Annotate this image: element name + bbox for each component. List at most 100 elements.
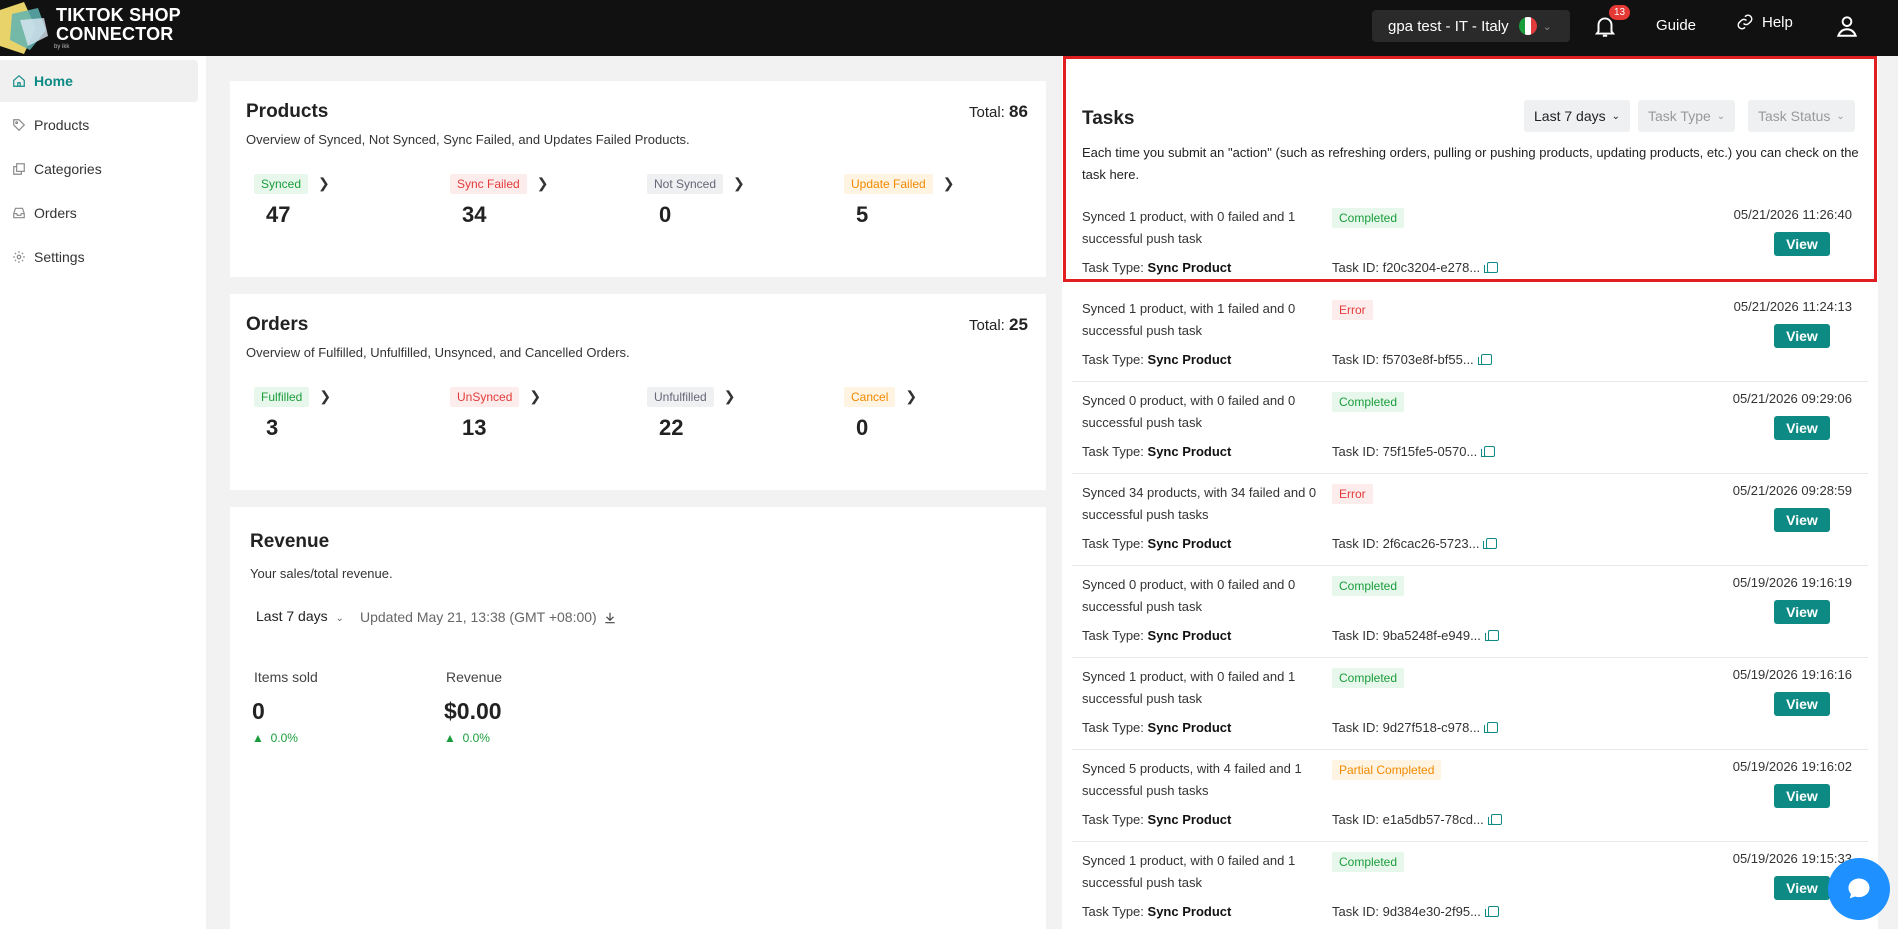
sidebar-item-orders[interactable]: Orders xyxy=(0,192,198,234)
revenue-value: $0.00 xyxy=(444,698,502,724)
task-row: Synced 1 product, with 0 failed and 1 su… xyxy=(1072,658,1868,750)
task-id-label: Task ID: xyxy=(1332,260,1379,275)
products-total: Total: 86 xyxy=(969,102,1028,122)
store-selector[interactable]: gpa test - IT - Italy ⌄ xyxy=(1372,10,1570,42)
task-type-label: Task Type: xyxy=(1082,536,1144,551)
task-id: Task ID: 9ba5248f-e949... xyxy=(1332,628,1499,643)
task-id: Task ID: f5703e8f-bf55... xyxy=(1332,352,1492,367)
chat-icon[interactable] xyxy=(1828,858,1890,920)
sidebar-item-products[interactable]: Products xyxy=(0,104,198,146)
task-type-label: Task Type: xyxy=(1082,720,1144,735)
task-type-label: Task Type: xyxy=(1082,812,1144,827)
stat-update-failed[interactable]: Update Failed ❯ 5 xyxy=(844,174,954,228)
status-badge: Unfulfilled xyxy=(647,387,714,407)
task-timestamp: 05/19/2026 19:16:19 xyxy=(1732,575,1852,590)
download-icon[interactable] xyxy=(603,611,617,625)
stat-fulfilled[interactable]: Fulfilled ❯ 3 xyxy=(254,387,331,441)
status-badge: Update Failed xyxy=(844,174,933,194)
task-row: Synced 5 products, with 4 failed and 1 s… xyxy=(1072,750,1868,842)
task-type-label: Task Type: xyxy=(1082,628,1144,643)
sidebar: Home Products Categories Orders Settings xyxy=(0,56,206,929)
task-id-label: Task ID: xyxy=(1332,444,1379,459)
orders-card xyxy=(230,294,1046,490)
view-button[interactable]: View xyxy=(1774,508,1830,532)
tasks-status-filter[interactable]: Task Status ⌄ xyxy=(1748,100,1855,132)
arrow-up-icon: ▲ xyxy=(444,731,456,745)
copy-icon[interactable] xyxy=(1484,630,1499,641)
task-status-badge: Completed xyxy=(1332,852,1405,872)
sidebar-item-categories[interactable]: Categories xyxy=(0,148,198,190)
sidebar-item-home[interactable]: Home xyxy=(0,60,198,102)
tasks-title: Tasks xyxy=(1082,108,1135,129)
task-id-value: 9ba5248f-e949... xyxy=(1382,628,1481,643)
chevron-right-icon: ❯ xyxy=(529,388,542,404)
task-id-label: Task ID: xyxy=(1332,904,1379,919)
task-id: Task ID: 2f6cac26-5723... xyxy=(1332,536,1498,551)
sidebar-item-label: Products xyxy=(34,117,90,133)
brand-line1: TIKTOK SHOP xyxy=(56,5,181,25)
stat-not-synced[interactable]: Not Synced ❯ 0 xyxy=(647,174,745,228)
task-status-badge: Completed xyxy=(1332,208,1405,228)
logo[interactable]: TIKTOK SHOP CONNECTOR by ikk xyxy=(0,0,181,56)
task-timestamp: 05/19/2026 19:16:02 xyxy=(1732,759,1852,774)
copy-icon[interactable] xyxy=(1484,262,1499,273)
sidebar-item-settings[interactable]: Settings xyxy=(0,236,198,278)
stat-sync-failed[interactable]: Sync Failed ❯ 34 xyxy=(450,174,548,228)
task-type-value: Sync Product xyxy=(1147,904,1232,919)
revenue-title: Revenue xyxy=(250,531,330,552)
filter-label: Task Status xyxy=(1758,108,1831,124)
view-button[interactable]: View xyxy=(1774,784,1830,808)
items-sold-label: Items sold xyxy=(254,669,318,685)
task-type-value: Sync Product xyxy=(1147,812,1232,827)
revenue-delta: ▲ 0.0% xyxy=(444,731,490,745)
stat-cancel[interactable]: Cancel ❯ 0 xyxy=(844,387,917,441)
total-label: Total: xyxy=(969,317,1005,334)
stat-synced[interactable]: Synced ❯ 47 xyxy=(254,174,330,228)
task-type-label: Task Type: xyxy=(1082,444,1144,459)
user-profile-icon[interactable] xyxy=(1834,13,1860,39)
view-button[interactable]: View xyxy=(1774,416,1830,440)
task-type: Task Type: Sync Product xyxy=(1082,628,1231,643)
stat-unsynced[interactable]: UnSynced ❯ 13 xyxy=(450,387,541,441)
copy-icon[interactable] xyxy=(1477,354,1492,365)
tasks-date-filter[interactable]: Last 7 days ⌄ xyxy=(1524,100,1630,132)
copy-icon[interactable] xyxy=(1484,906,1499,917)
chevron-down-icon: ⌄ xyxy=(335,613,344,624)
task-id: Task ID: f20c3204-e278... xyxy=(1332,260,1499,275)
status-badge: Synced xyxy=(254,174,309,194)
task-status-badge: Completed xyxy=(1332,392,1405,412)
task-id-value: 75f15fe5-0570... xyxy=(1382,444,1478,459)
view-button[interactable]: View xyxy=(1774,324,1830,348)
task-type-label: Task Type: xyxy=(1082,260,1144,275)
view-button[interactable]: View xyxy=(1774,876,1830,900)
task-status-badge: Error xyxy=(1332,300,1373,320)
task-summary: Synced 1 product, with 0 failed and 1 su… xyxy=(1082,209,1296,246)
task-id-label: Task ID: xyxy=(1332,352,1379,367)
task-row: Synced 1 product, with 0 failed and 1 su… xyxy=(1072,198,1868,290)
task-summary: Synced 0 product, with 0 failed and 0 su… xyxy=(1082,577,1296,614)
home-icon xyxy=(12,74,26,88)
tasks-type-filter[interactable]: Task Type ⌄ xyxy=(1638,100,1736,132)
chevron-right-icon: ❯ xyxy=(942,175,955,191)
orders-description: Overview of Fulfilled, Unfulfilled, Unsy… xyxy=(246,345,630,360)
task-id: Task ID: 9d384e30-2f95... xyxy=(1332,904,1499,919)
arrow-up-icon: ▲ xyxy=(252,731,264,745)
view-button[interactable]: View xyxy=(1774,600,1830,624)
copy-icon[interactable] xyxy=(1487,814,1502,825)
view-button[interactable]: View xyxy=(1774,232,1830,256)
guide-link[interactable]: Guide xyxy=(1656,17,1696,34)
stat-unfulfilled[interactable]: Unfulfilled ❯ 22 xyxy=(647,387,735,441)
copy-icon[interactable] xyxy=(1483,538,1498,549)
range-label: Last 7 days xyxy=(256,608,328,624)
revenue-range-select[interactable]: Last 7 days ⌄ xyxy=(256,608,344,624)
sidebar-item-label: Settings xyxy=(34,249,85,265)
products-title: Products xyxy=(246,101,329,122)
task-type: Task Type: Sync Product xyxy=(1082,904,1231,919)
copy-icon[interactable] xyxy=(1481,446,1496,457)
gear-icon xyxy=(12,250,26,264)
task-row: Synced 0 product, with 0 failed and 0 su… xyxy=(1072,382,1868,474)
copy-icon[interactable] xyxy=(1484,722,1499,733)
view-button[interactable]: View xyxy=(1774,692,1830,716)
help-link[interactable]: Help xyxy=(1736,13,1793,31)
filter-label: Last 7 days xyxy=(1534,108,1606,124)
